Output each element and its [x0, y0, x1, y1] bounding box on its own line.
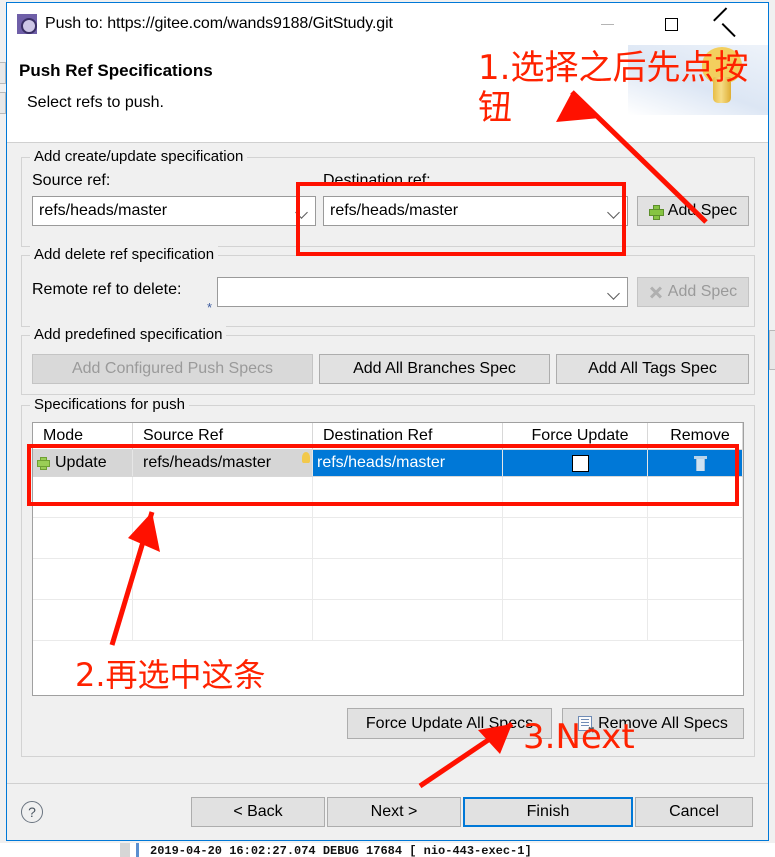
add-spec-label: Add Spec: [667, 202, 738, 219]
cell-destination-ref[interactable]: refs/heads/master: [313, 450, 503, 476]
cell-remove[interactable]: [648, 450, 743, 476]
x-icon: [649, 286, 662, 299]
window-title: Push to: https://gitee.com/wands9188/Git…: [45, 15, 393, 32]
git-push-icon: [17, 14, 37, 34]
help-button[interactable]: ?: [21, 801, 43, 823]
annotation-step-2: 2.再选中这条: [75, 656, 266, 694]
console-gutter-accent: [136, 843, 139, 857]
destination-ref-value: refs/heads/master: [330, 202, 459, 219]
create-update-group: Add create/update specification Source r…: [21, 148, 755, 247]
page-title: Push Ref Specifications: [19, 61, 213, 80]
delete-ref-legend: Add delete ref specification: [30, 246, 219, 263]
column-header-destination-ref[interactable]: Destination Ref: [313, 423, 503, 449]
close-icon[interactable]: [708, 3, 754, 45]
cell-force-update[interactable]: [503, 450, 648, 476]
specifications-legend: Specifications for push: [30, 396, 189, 413]
cell-source-ref-text: refs/heads/master: [143, 454, 272, 471]
cell-destination-ref-text: refs/heads/master: [317, 454, 446, 471]
title-bar: Push to: https://gitee.com/wands9188/Git…: [7, 3, 768, 45]
predefined-spec-legend: Add predefined specification: [30, 326, 227, 343]
table-empty-row: [33, 477, 743, 518]
force-update-checkbox[interactable]: [571, 454, 589, 472]
table-header-row: Mode Source Ref Destination Ref Force Up…: [33, 423, 743, 450]
cell-mode-text: Update: [55, 454, 107, 471]
finish-button[interactable]: Finish: [463, 797, 633, 827]
column-header-force-update[interactable]: Force Update: [503, 423, 648, 449]
cancel-button[interactable]: Cancel: [635, 797, 753, 827]
add-configured-push-specs-button[interactable]: Add Configured Push Specs: [32, 354, 313, 384]
decorator-icon: [302, 452, 310, 463]
destination-ref-combo[interactable]: refs/heads/master: [323, 196, 628, 226]
plus-icon: [648, 204, 664, 220]
annotation-step-1: 1.选择之后先点按 钮: [478, 48, 749, 128]
background-panel-right: [769, 330, 775, 370]
annotation-step-3: 3.Next: [523, 717, 635, 757]
source-ref-combo[interactable]: refs/heads/master: [32, 196, 316, 226]
cell-mode[interactable]: Update: [33, 450, 133, 476]
chevron-down-icon[interactable]: [601, 197, 627, 225]
table-empty-row: [33, 518, 743, 559]
force-update-all-specs-label: Force Update All Specs: [365, 714, 534, 732]
add-all-tags-spec-label: Add All Tags Spec: [588, 360, 717, 377]
page-subtitle: Select refs to push.: [27, 94, 164, 111]
maximize-icon[interactable]: [648, 3, 694, 45]
background-console-line: 2019-04-20 16:02:27.074 DEBUG 17684 [ ni…: [0, 843, 775, 857]
source-ref-value: refs/heads/master: [39, 202, 168, 219]
source-ref-label: Source ref:: [32, 172, 111, 189]
force-update-all-specs-button[interactable]: Force Update All Specs: [347, 708, 552, 739]
add-all-branches-spec-button[interactable]: Add All Branches Spec: [319, 354, 550, 384]
trash-icon[interactable]: [693, 455, 707, 471]
column-header-remove[interactable]: Remove: [648, 423, 743, 449]
specifications-for-push-group: Specifications for push Mode Source Ref …: [21, 396, 755, 757]
console-log-text: 2019-04-20 16:02:27.074 DEBUG 17684 [ ni…: [150, 844, 532, 857]
add-spec-button[interactable]: Add Spec: [637, 196, 749, 226]
dialog-button-bar: ? < Back Next > Finish Cancel: [7, 783, 768, 840]
row-plus-icon: [37, 457, 50, 470]
required-marker: *: [207, 300, 213, 315]
add-all-branches-spec-label: Add All Branches Spec: [353, 360, 516, 377]
add-all-tags-spec-button[interactable]: Add All Tags Spec: [556, 354, 749, 384]
remote-ref-to-delete-combo[interactable]: [217, 277, 628, 307]
table-row[interactable]: Update refs/heads/master refs/heads/mast…: [33, 450, 743, 477]
back-button[interactable]: < Back: [191, 797, 325, 827]
delete-ref-group: Add delete ref specification Remote ref …: [21, 246, 755, 327]
predefined-spec-group: Add predefined specification Add Configu…: [21, 326, 755, 395]
cell-source-ref[interactable]: refs/heads/master: [133, 450, 313, 476]
remote-ref-label: Remote ref to delete:: [32, 281, 182, 298]
table-empty-row: [33, 600, 743, 641]
chevron-down-icon[interactable]: [289, 197, 315, 225]
console-gutter: [120, 843, 130, 857]
add-spec-delete-label: Add Spec: [667, 283, 738, 300]
minimize-icon[interactable]: [584, 3, 630, 45]
column-header-source-ref[interactable]: Source Ref: [133, 423, 313, 449]
next-button[interactable]: Next >: [327, 797, 461, 827]
column-header-mode[interactable]: Mode: [33, 423, 133, 449]
chevron-down-icon[interactable]: [601, 278, 627, 306]
table-empty-row: [33, 559, 743, 600]
destination-ref-label: Destination ref:: [323, 172, 431, 189]
add-configured-push-specs-label: Add Configured Push Specs: [71, 360, 273, 377]
add-spec-delete-button[interactable]: Add Spec: [637, 277, 749, 307]
create-update-legend: Add create/update specification: [30, 148, 248, 165]
